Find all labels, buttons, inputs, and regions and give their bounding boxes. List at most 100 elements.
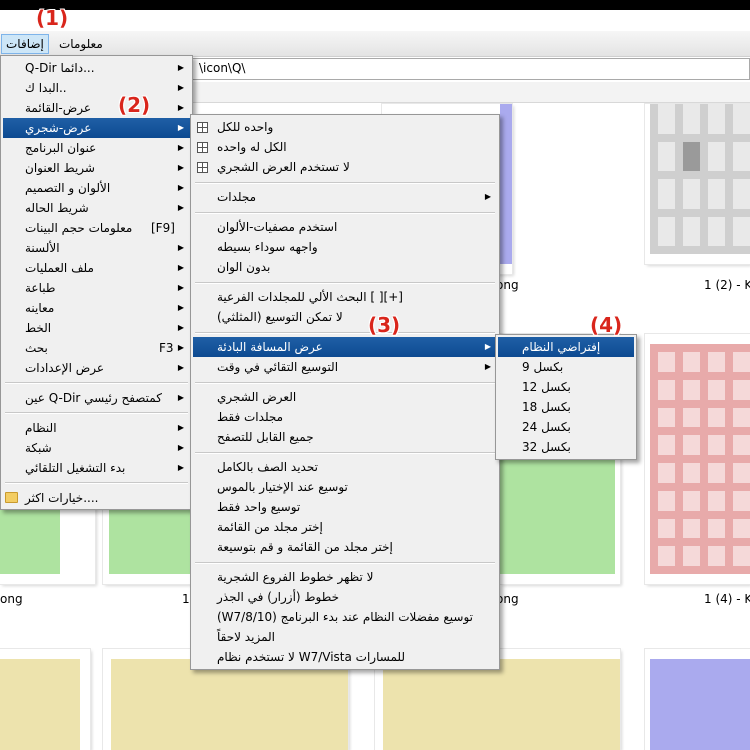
- menu-item[interactable]: استخدم مصفيات-الألوان: [193, 217, 497, 237]
- menu-item[interactable]: الكل له واحده: [193, 137, 497, 157]
- menu-item[interactable]: لا تمكن التوسيع (المثلثي): [193, 307, 497, 327]
- callout-step-3: (3): [368, 313, 401, 337]
- grid-icon: [197, 142, 208, 153]
- menu-item[interactable]: البدا ك.. ▶: [3, 78, 190, 98]
- menu-item[interactable]: Q-Dir دائما... ▶: [3, 58, 190, 78]
- menu-item[interactable]: توسيع عند الإختيار بالموس: [193, 477, 497, 497]
- menu-item[interactable]: مجلدات فقط: [193, 407, 497, 427]
- menubar: معلومات إضافات: [0, 31, 750, 57]
- thumbnail[interactable]: [645, 104, 750, 264]
- menu-item[interactable]: العرض الشجري: [193, 387, 497, 407]
- menu-item[interactable]: توسيع واحد فقط: [193, 497, 497, 517]
- menu-separator: [195, 382, 495, 384]
- menu-extras[interactable]: إضافات: [1, 34, 49, 54]
- tile-image: [500, 104, 512, 264]
- menu-item[interactable]: بحث F3 ▶: [3, 338, 190, 358]
- menu-item[interactable]: النظام ▶: [3, 418, 190, 438]
- menu-item[interactable]: تحديد الصف بالكامل: [193, 457, 497, 477]
- menu-info[interactable]: معلومات: [55, 35, 107, 53]
- menu-item-label: الكل له واحده: [217, 140, 287, 154]
- menu-item-label: واجهه سوداء بسيطه: [217, 240, 318, 254]
- menu-item-label: الألوان و التصميم: [25, 181, 111, 195]
- menu-item[interactable]: بكسل 32: [498, 437, 634, 457]
- menu-item[interactable]: التوسيع التقائي في وقت ▶: [193, 357, 497, 377]
- menu-item[interactable]: إختر مجلد من القائمة و قم بتوسيعة: [193, 537, 497, 557]
- menu-item[interactable]: معلومات حجم البينات [F9]: [3, 218, 190, 238]
- menu-item-tree-view[interactable]: عرض-شجري ▶: [3, 118, 190, 138]
- menu-item[interactable]: بكسل 12: [498, 377, 634, 397]
- menu-item[interactable]: طباعة ▶: [3, 278, 190, 298]
- menu-item-label: معلومات حجم البينات: [25, 221, 133, 235]
- menu-item[interactable]: لا تستخدم نظام W7/Vista للمسارات: [193, 647, 497, 667]
- menu-item-system-default[interactable]: إفتراضي النظام: [498, 337, 634, 357]
- menu-item[interactable]: خطوط (أزرار) في الجذر: [193, 587, 497, 607]
- menu-item[interactable]: عنوان البرنامج ▶: [3, 138, 190, 158]
- menu-item[interactable]: البحث الألي للمجلدات الفرعية [ ][+]: [193, 287, 497, 307]
- submenu-arrow-icon: ▶: [177, 103, 184, 112]
- grid-icon: [197, 122, 208, 133]
- menu-item[interactable]: إختر مجلد من القائمة: [193, 517, 497, 537]
- menu-item-label: البدا ك..: [25, 81, 67, 95]
- tile-image: [0, 659, 80, 750]
- menu-item-label: توسيع واحد فقط: [217, 500, 301, 514]
- menu-item-label: بكسل 9: [522, 360, 564, 374]
- menu-item-label: لا تستخدم العرض الشجري: [217, 160, 350, 174]
- thumbnail[interactable]: [0, 649, 90, 750]
- menu-item-label: تحديد الصف بالكامل: [217, 460, 318, 474]
- menu-item-indent-display[interactable]: عرض المسافة البادئة ▶: [193, 337, 497, 357]
- submenu-arrow-icon: ▶: [177, 63, 184, 72]
- menu-item[interactable]: الألوان و التصميم ▶: [3, 178, 190, 198]
- menu-separator: [5, 382, 188, 384]
- menu-item[interactable]: لا تستخدم العرض الشجري: [193, 157, 497, 177]
- menu-item[interactable]: بكسل 24: [498, 417, 634, 437]
- menu-item-label: بحث: [25, 341, 48, 355]
- address-path: \icon\Q\: [199, 61, 246, 75]
- menu-item[interactable]: لا تظهر خطوط الفروع الشجرية: [193, 567, 497, 587]
- menu-item[interactable]: مجلدات ▶: [193, 187, 497, 207]
- submenu-arrow-icon: ▶: [177, 363, 184, 372]
- menu-item-more-options[interactable]: خيارات اكثر....: [3, 488, 190, 508]
- menu-item[interactable]: (W7/8/10) توسيع مفضلات النظام عند بدء ال…: [193, 607, 497, 627]
- menu-item[interactable]: شبكة ▶: [3, 438, 190, 458]
- menu-item-label: البحث الألي للمجلدات الفرعية [ ][+]: [217, 290, 403, 304]
- file-caption[interactable]: 1: [182, 592, 190, 606]
- submenu-arrow-icon: ▶: [177, 143, 184, 152]
- menu-item[interactable]: معاينه ▶: [3, 298, 190, 318]
- menu-item[interactable]: عين Q-Dir كمتصفح رئيسي ▶: [3, 388, 190, 408]
- menu-item-label: بكسل 24: [522, 420, 571, 434]
- tile-image: [383, 659, 620, 750]
- menu-item-label: عرض المسافة البادئة: [217, 340, 323, 354]
- menu-item[interactable]: بدون الوان: [193, 257, 497, 277]
- submenu-arrow-icon: ▶: [177, 423, 184, 432]
- thumbnail[interactable]: [645, 649, 750, 750]
- menu-item-label: شريط العنوان: [25, 161, 95, 175]
- menu-item-label: جميع القابل للتصفح: [217, 430, 314, 444]
- menu-item-label: شبكة: [25, 441, 52, 455]
- tile-image: [500, 454, 615, 574]
- menu-item[interactable]: عرض الإعدادات ▶: [3, 358, 190, 378]
- menu-item-label: بدء التشغيل التلقائي: [25, 461, 126, 475]
- menu-item[interactable]: عرض-القائمة ▶: [3, 98, 190, 118]
- file-caption[interactable]: 1 (2) - Ko: [704, 278, 750, 292]
- file-caption[interactable]: ong: [0, 592, 23, 606]
- menu-item[interactable]: جميع القابل للتصفح: [193, 427, 497, 447]
- thumbnail[interactable]: [645, 334, 750, 584]
- menu-item[interactable]: الألسنة ▶: [3, 238, 190, 258]
- menu-item[interactable]: ملف العمليات ▶: [3, 258, 190, 278]
- tile-image: [650, 344, 750, 574]
- menu-item-label: استخدم مصفيات-الألوان: [217, 220, 338, 234]
- file-caption[interactable]: 1 (4) - Ko: [704, 592, 750, 606]
- menu-item[interactable]: بكسل 18: [498, 397, 634, 417]
- menu-item[interactable]: شريط العنوان ▶: [3, 158, 190, 178]
- menu-item[interactable]: الخط ▶: [3, 318, 190, 338]
- menu-item-label: واحده للكل: [217, 120, 274, 134]
- menu-item-label: خطوط (أزرار) في الجذر: [217, 590, 339, 604]
- menu-item[interactable]: بكسل 9: [498, 357, 634, 377]
- menu-item[interactable]: المزيد لاحقاً: [193, 627, 497, 647]
- menu-item[interactable]: شريط الحاله ▶: [3, 198, 190, 218]
- menu-item-label: إفتراضي النظام: [522, 340, 601, 354]
- menu-item[interactable]: بدء التشغيل التلقائي ▶: [3, 458, 190, 478]
- submenu-arrow-icon: ▶: [177, 163, 184, 172]
- menu-item[interactable]: واجهه سوداء بسيطه: [193, 237, 497, 257]
- menu-item[interactable]: واحده للكل: [193, 117, 497, 137]
